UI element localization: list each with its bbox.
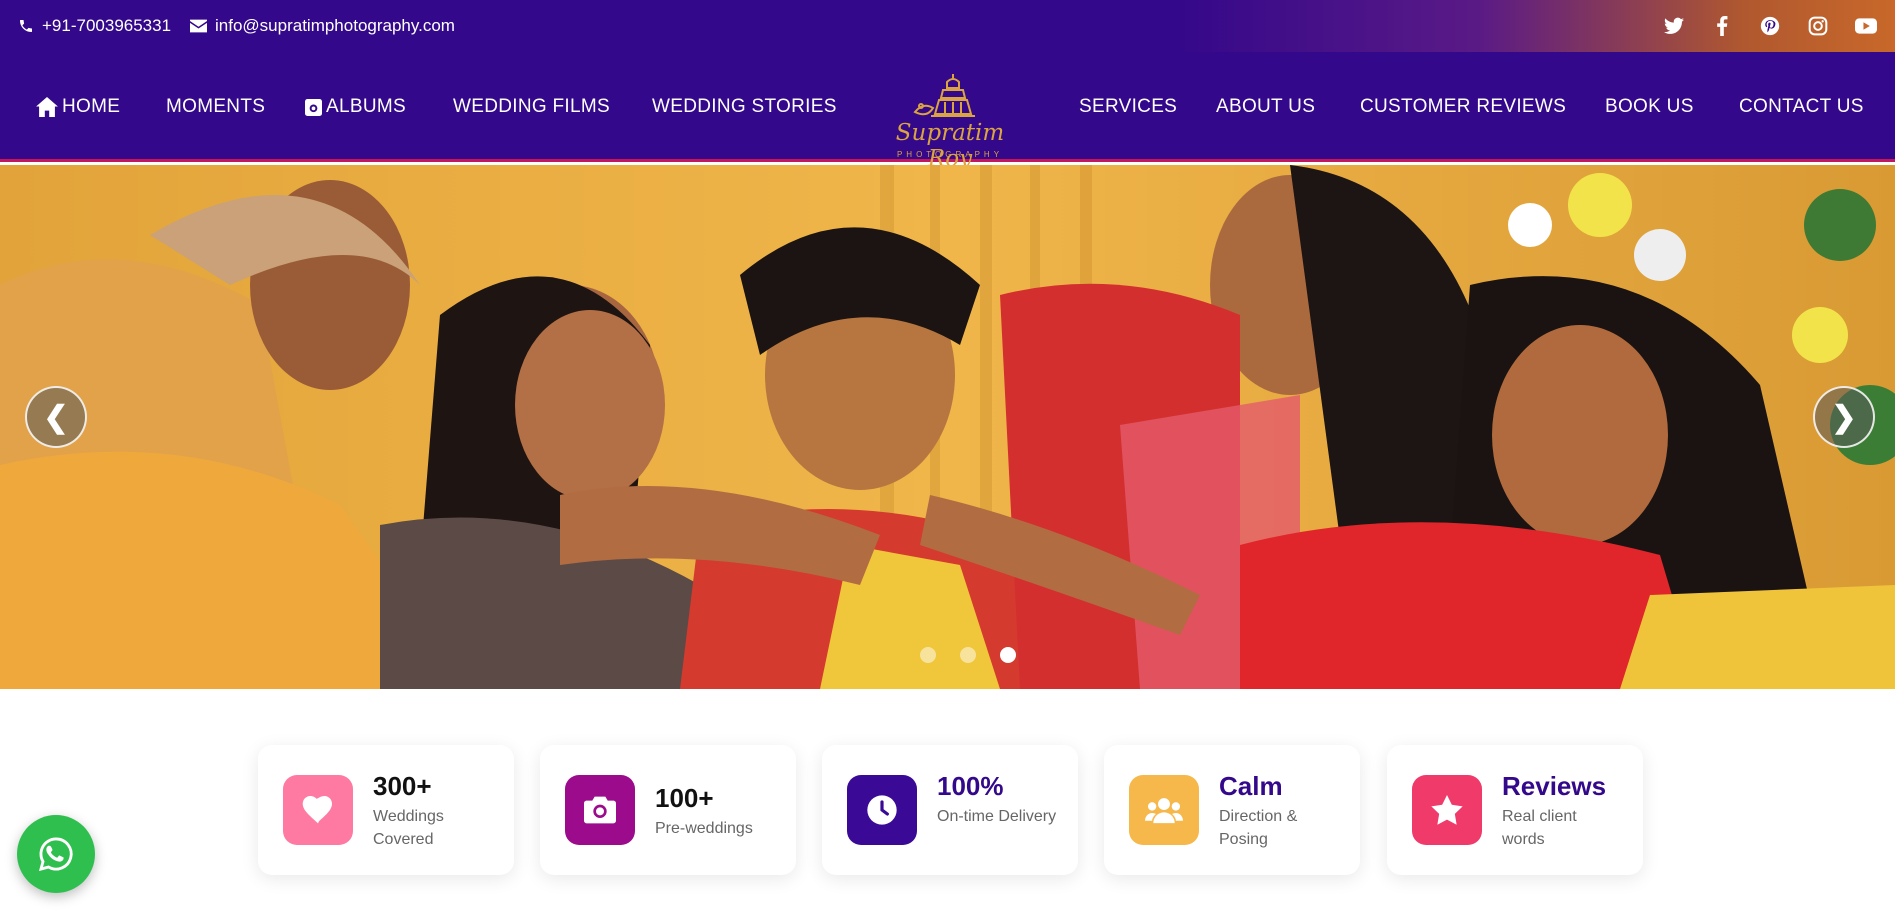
stat-label: Real client words [1502,808,1577,848]
slide-dot-1[interactable] [920,647,936,663]
slide-dot-3[interactable] [1000,647,1016,663]
nav-wedding-films[interactable]: WEDDING FILMS [453,52,610,162]
phone-number: +91-7003965331 [42,16,172,35]
clock-icon [847,775,917,845]
nav-services[interactable]: SERVICES [1079,52,1177,162]
stat-label: Pre-weddings [655,820,753,837]
stat-label: On-time Delivery [937,808,1057,825]
instagram-icon[interactable] [1807,15,1829,37]
home-icon [36,97,58,117]
chevron-left-icon: ❮ [43,400,69,434]
social-links [1663,0,1877,52]
next-slide-button[interactable]: ❯ [1813,386,1875,448]
stat-card-reviews: Reviews Real client words [1387,745,1643,875]
hero-slider: ❮ ❯ [0,165,1895,689]
nav-book-us[interactable]: BOOK US [1605,52,1694,162]
nav-albums-label: ALBUMS [326,96,406,117]
nav-about-us[interactable]: ABOUT US [1216,52,1315,162]
stat-value: Reviews [1502,771,1607,801]
nav-customer-reviews-label: CUSTOMER REVIEWS [1360,96,1567,117]
nav-moments-label: MOMENTS [166,96,266,117]
nav-contact-us-label: CONTACT US [1739,96,1864,117]
stat-value: 100% [937,771,1004,801]
twitter-icon[interactable] [1663,15,1685,37]
slide-dot-2[interactable] [960,647,976,663]
nav-wedding-films-label: WEDDING FILMS [453,96,610,117]
top-bar: +91-7003965331 info@supratimphotography.… [0,0,1895,52]
prev-slide-button[interactable]: ❮ [25,386,87,448]
users-icon [1129,775,1199,845]
nav-wedding-stories[interactable]: WEDDING STORIES [652,52,837,162]
nav-services-label: SERVICES [1079,96,1178,117]
envelope-icon [190,19,207,33]
stat-value: 100+ [655,783,714,813]
stat-card-prewedding: 100+ Pre-weddings [540,745,796,875]
phone-icon [20,20,32,32]
youtube-icon[interactable] [1855,15,1877,37]
facebook-icon[interactable] [1711,15,1733,37]
stat-card-weddings: 300+ Weddings Covered [258,745,514,875]
logo-subtitle: PHOTOGRAPHY [896,150,1004,159]
temple-logo-icon [913,74,975,117]
heart-icon [283,775,353,845]
nav-albums[interactable]: ALBUMS [305,52,406,162]
stat-label: Weddings Covered [373,808,444,848]
camera-icon [565,775,635,845]
email-address: info@supratimphotography.com [215,16,455,35]
nav-moments[interactable]: MOMENTS [166,52,265,162]
nav-wedding-stories-label: WEDDING STORIES [652,96,837,117]
star-icon [1412,775,1482,845]
email-link[interactable]: info@supratimphotography.com [190,0,455,52]
stat-value: Calm [1219,771,1283,801]
main-nav: HOME MOMENTS ALBUMS WEDDING FILMS WEDDIN… [0,52,1895,172]
stat-card-posing: Calm Direction & Posing [1104,745,1360,875]
camera-square-icon [305,98,322,116]
nav-contact-us[interactable]: CONTACT US [1739,52,1864,162]
stat-value: 300+ [373,771,432,801]
hero-photo [0,165,1895,689]
phone-link[interactable]: +91-7003965331 [18,0,171,52]
stat-label: Direction & Posing [1219,808,1298,848]
pinterest-icon[interactable] [1759,15,1781,37]
brand-logo[interactable]: Supratim Roy PHOTOGRAPHY [885,72,1015,172]
slide-indicators [920,647,1016,663]
nav-home-label: HOME [62,96,121,117]
whatsapp-icon [38,837,73,872]
stat-card-delivery: 100% On-time Delivery [822,745,1078,875]
nav-customer-reviews[interactable]: CUSTOMER REVIEWS [1360,52,1566,162]
nav-book-us-label: BOOK US [1605,96,1694,117]
nav-about-us-label: ABOUT US [1216,96,1316,117]
whatsapp-button[interactable] [17,815,95,893]
chevron-right-icon: ❯ [1831,400,1857,434]
nav-home[interactable]: HOME [36,52,120,162]
